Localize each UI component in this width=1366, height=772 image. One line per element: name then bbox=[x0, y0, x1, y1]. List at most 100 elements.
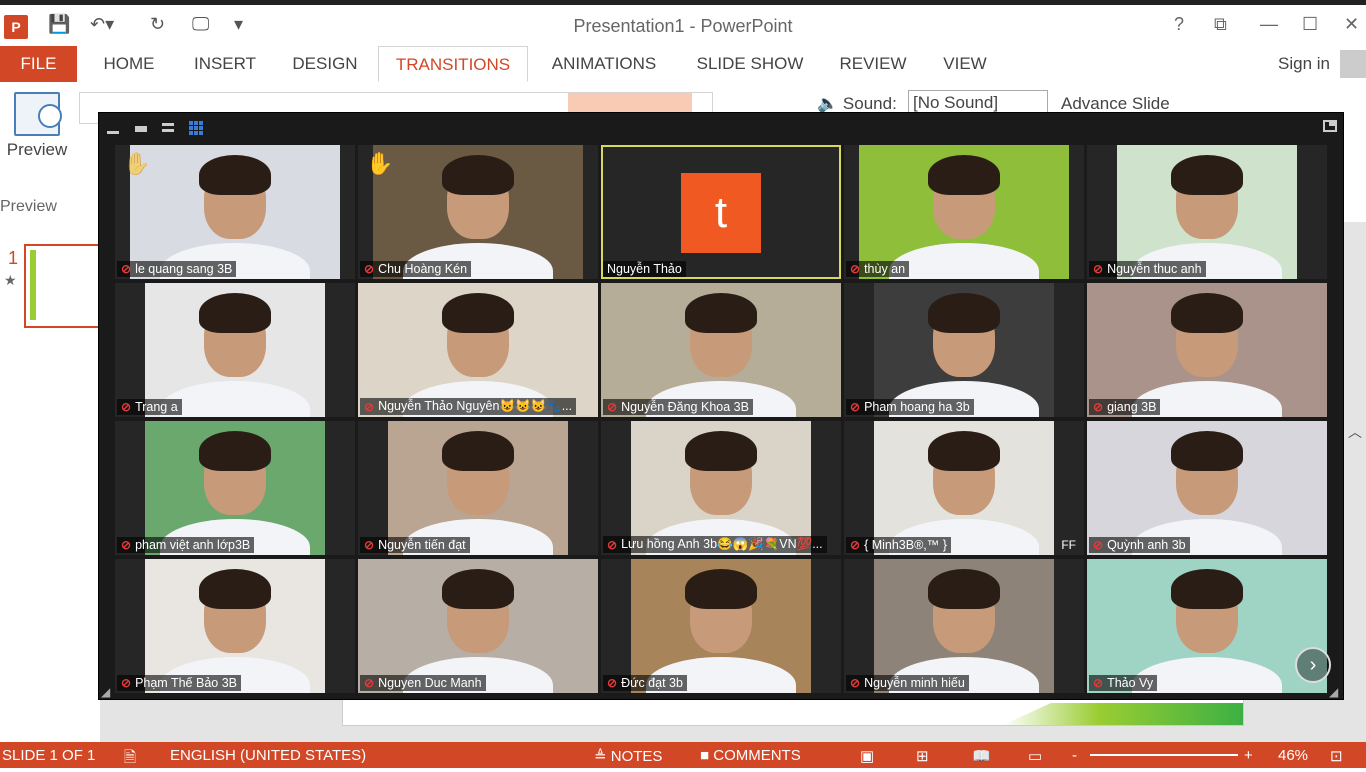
participant-tile[interactable]: ⊘ Nguyễn minh hiếu bbox=[844, 559, 1084, 693]
notes-button[interactable]: ≜ NOTES bbox=[594, 747, 662, 765]
speaker-icon: 🔈 bbox=[817, 94, 839, 113]
zoom-level[interactable]: 46% bbox=[1278, 747, 1308, 764]
muted-mic-icon: ⊘ bbox=[850, 400, 861, 414]
person-hair bbox=[199, 569, 271, 609]
save-icon[interactable]: 💾 bbox=[48, 14, 70, 35]
participant-tile[interactable]: ✋ ⊘ le quang sang 3B bbox=[115, 145, 355, 279]
muted-mic-icon: ⊘ bbox=[121, 400, 132, 414]
muted-mic-icon: ⊘ bbox=[121, 676, 132, 690]
participant-name: thùy an bbox=[864, 262, 906, 276]
fit-slide-icon[interactable]: ⊡ bbox=[1330, 747, 1343, 765]
participant-tile[interactable]: t Nguyễn Thảo bbox=[601, 145, 841, 279]
participant-tile[interactable]: ⊘ Nguyễn tiến đạt bbox=[358, 421, 598, 555]
slide-thumbnail[interactable] bbox=[24, 244, 104, 328]
language-indicator[interactable]: ENGLISH (UNITED STATES) bbox=[170, 747, 366, 764]
person-hair bbox=[1171, 431, 1243, 471]
maximize-icon[interactable]: ☐ bbox=[1302, 14, 1318, 35]
minimize-video-icon[interactable] bbox=[107, 122, 119, 134]
slide-sorter-icon[interactable]: ⊞ bbox=[916, 747, 929, 765]
participant-tile[interactable]: ⊘ thùy an bbox=[844, 145, 1084, 279]
gallery-view-icon[interactable] bbox=[189, 121, 203, 135]
next-page-button[interactable]: › bbox=[1295, 647, 1331, 683]
help-icon[interactable]: ? bbox=[1174, 14, 1184, 35]
preview-button-label: Preview bbox=[6, 140, 68, 159]
participant-name: Quỳnh anh 3b bbox=[1107, 538, 1186, 552]
scroll-up-icon[interactable]: ︿ bbox=[1348, 422, 1362, 442]
participant-name-tag: ⊘ giang 3B bbox=[1089, 399, 1161, 415]
participant-video bbox=[130, 145, 340, 279]
tab-slide-show[interactable]: SLIDE SHOW bbox=[690, 46, 810, 82]
participant-name: Nguyễn tiến đạt bbox=[378, 538, 466, 552]
participant-tile[interactable]: ⊘ Nguyễn Đăng Khoa 3B bbox=[601, 283, 841, 417]
tab-view[interactable]: VIEW bbox=[934, 46, 996, 82]
reading-view-icon[interactable]: 📖 bbox=[972, 747, 991, 765]
participant-tile[interactable]: ⊘{ Minh3B®,™ } FF bbox=[844, 421, 1084, 555]
person-hair bbox=[928, 569, 1000, 609]
tab-review[interactable]: REVIEW bbox=[832, 46, 914, 82]
person-hair bbox=[928, 431, 1000, 471]
participant-name-tag: ⊘ Đức đạt 3b bbox=[603, 675, 687, 691]
participant-tile[interactable]: ⊘ Nguyen Duc Manh bbox=[358, 559, 598, 693]
slideshow-view-icon[interactable]: ▭ bbox=[1028, 747, 1042, 765]
spell-check-icon[interactable]: 🗎 bbox=[124, 747, 136, 772]
normal-view-icon[interactable]: ▣ bbox=[860, 747, 874, 765]
animation-star-icon: ★ bbox=[4, 272, 17, 288]
participant-video bbox=[874, 559, 1054, 693]
slide-indicator[interactable]: SLIDE 1 OF 1 bbox=[2, 747, 95, 764]
exit-fullscreen-icon[interactable] bbox=[1323, 120, 1337, 132]
participant-tile[interactable]: ⊘ giang 3B bbox=[1087, 283, 1327, 417]
resize-grip-left[interactable]: ◢ bbox=[101, 685, 113, 699]
speaker-strip-icon[interactable] bbox=[135, 122, 147, 134]
participant-tile[interactable]: ⊘ Nguyễn thuc anh bbox=[1087, 145, 1327, 279]
tab-insert[interactable]: INSERT bbox=[186, 46, 264, 82]
slide-decoration bbox=[1003, 703, 1243, 725]
participant-tile[interactable]: ⊘ Nguyễn Thảo Nguyên😺😺😺🐾... bbox=[358, 283, 598, 417]
zoom-out-button[interactable]: - bbox=[1072, 747, 1077, 764]
person-hair bbox=[685, 569, 757, 609]
customize-qat-icon[interactable]: ▾ bbox=[234, 14, 243, 35]
person-hair bbox=[199, 155, 271, 195]
participant-tile[interactable]: ⊘ Phạm Thế Bảo 3B bbox=[115, 559, 355, 693]
muted-mic-icon: ⊘ bbox=[1093, 538, 1104, 552]
participant-tile[interactable]: ⊘ Đức đạt 3b bbox=[601, 559, 841, 693]
tab-home[interactable]: HOME bbox=[92, 46, 166, 82]
participant-tile[interactable]: ✋ ⊘ Chu Hoàng Kén bbox=[358, 145, 598, 279]
participant-name-tag: ⊘ thùy an bbox=[846, 261, 910, 277]
muted-mic-icon: ⊘ bbox=[607, 676, 618, 690]
sound-label: 🔈 Sound: bbox=[817, 94, 897, 114]
participant-tile[interactable]: ⊘ Trang a bbox=[115, 283, 355, 417]
undo-icon[interactable]: ↶▾ bbox=[90, 14, 114, 35]
zoom-slider[interactable] bbox=[1090, 754, 1238, 756]
zoom-in-button[interactable]: + bbox=[1244, 747, 1253, 764]
muted-mic-icon: ⊘ bbox=[607, 400, 618, 414]
start-from-beginning-icon[interactable]: 🖵 bbox=[192, 14, 209, 35]
tab-design[interactable]: DESIGN bbox=[284, 46, 366, 82]
tab-file[interactable]: FILE bbox=[0, 46, 77, 82]
participant-name: Nguyen Duc Manh bbox=[378, 676, 482, 690]
participant-tile[interactable]: ⊘ Lưu hồng Anh 3b😂😱🎉💐VN💯... bbox=[601, 421, 841, 555]
close-icon[interactable]: ✕ bbox=[1344, 14, 1359, 35]
status-bar: SLIDE 1 OF 1 🗎 ENGLISH (UNITED STATES) ≜… bbox=[0, 742, 1366, 768]
ribbon-tabs: FILE HOME INSERT DESIGN TRANSITIONS ANIM… bbox=[0, 46, 1366, 83]
comments-button[interactable]: ■ COMMENTS bbox=[700, 747, 801, 764]
sign-in-link[interactable]: Sign in bbox=[1278, 46, 1330, 82]
preview-button[interactable]: Preview bbox=[2, 92, 72, 160]
powerpoint-app-icon[interactable]: P bbox=[4, 15, 28, 39]
user-avatar[interactable] bbox=[1340, 50, 1366, 78]
participant-tile[interactable]: ⊘ Quỳnh anh 3b bbox=[1087, 421, 1327, 555]
participant-tile[interactable]: ⊘ Thảo Vy bbox=[1087, 559, 1327, 693]
participant-tile[interactable]: ⊘ Pham hoang ha 3b bbox=[844, 283, 1084, 417]
redo-icon[interactable]: ↻ bbox=[150, 14, 165, 35]
tab-transitions[interactable]: TRANSITIONS bbox=[378, 46, 528, 82]
muted-mic-icon: ⊘ bbox=[1093, 676, 1104, 690]
slides-pane: 1 ★ bbox=[0, 222, 104, 742]
muted-mic-icon: ⊘ bbox=[364, 538, 375, 552]
minimize-icon[interactable]: — bbox=[1260, 14, 1278, 35]
participant-name-tag: ⊘{ Minh3B®,™ } bbox=[846, 537, 951, 553]
participant-tile[interactable]: ⊘ pham việt anh lớp3B bbox=[115, 421, 355, 555]
ribbon-display-options-icon[interactable]: ⧉ bbox=[1214, 14, 1227, 35]
participant-name: Nguyễn Thảo bbox=[607, 262, 682, 276]
resize-grip-right[interactable]: ◢ bbox=[1329, 685, 1341, 699]
tab-animations[interactable]: ANIMATIONS bbox=[540, 46, 668, 82]
thumbnail-strip-icon[interactable] bbox=[162, 122, 174, 134]
